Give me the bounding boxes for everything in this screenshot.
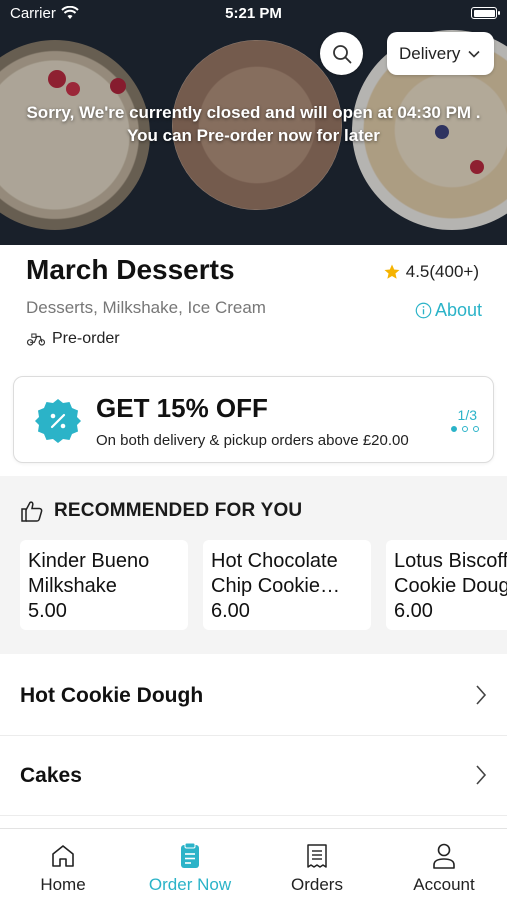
- item-name: Kinder Bueno Milkshake: [28, 550, 150, 597]
- restaurant-name: March Desserts: [26, 254, 235, 285]
- tab-orders[interactable]: Orders: [254, 841, 380, 895]
- pagination-dot[interactable]: [473, 426, 479, 432]
- delivery-mode-dropdown[interactable]: Delivery: [387, 32, 494, 75]
- item-price: 6.00: [211, 600, 250, 622]
- recommended-item-card[interactable]: Hot Chocolate Chip Cookie… 6.00: [203, 540, 371, 630]
- item-name: Hot Chocolate Chip Cookie…: [211, 550, 340, 597]
- about-link[interactable]: About: [415, 300, 482, 321]
- tab-label: Order Now: [148, 875, 232, 894]
- receipt-icon: [307, 844, 327, 868]
- recommended-heading: RECOMMENDED FOR YOU: [20, 500, 302, 522]
- recommended-section: RECOMMENDED FOR YOU Kinder Bueno Milksha…: [0, 476, 507, 654]
- category-row-hot-cookie-dough[interactable]: Hot Cookie Dough: [0, 656, 507, 736]
- clock: 5:21 PM: [225, 5, 282, 22]
- person-icon: [433, 843, 455, 869]
- category-label: Cakes: [20, 764, 82, 787]
- recommended-item-card[interactable]: Kinder Bueno Milkshake 5.00: [20, 540, 188, 630]
- category-row-cakes[interactable]: Cakes: [0, 736, 507, 816]
- recommended-title: RECOMMENDED FOR YOU: [54, 500, 303, 521]
- cuisine-list: Desserts, Milkshake, Ice Cream: [26, 298, 266, 317]
- battery-icon: [471, 7, 500, 19]
- closed-notice-line2: You can Pre-order now for later: [127, 126, 380, 145]
- promo-pagination-dots: [451, 426, 479, 432]
- preorder-indicator: Pre-order: [26, 330, 120, 348]
- home-icon: [52, 845, 74, 867]
- tab-label: Home: [40, 875, 86, 894]
- promo-title: GET 15% OFF: [96, 393, 268, 423]
- chevron-right-icon: [476, 765, 487, 785]
- info-icon: [415, 302, 432, 319]
- promo-pager: 1/3: [457, 407, 477, 423]
- category-label: Hot Cookie Dough: [20, 684, 204, 707]
- order-icon: [181, 842, 199, 868]
- delivery-mode-label: Delivery: [399, 43, 461, 63]
- item-name: Lotus Biscoff Cookie Dough: [394, 550, 507, 597]
- recommended-item-card[interactable]: Lotus Biscoff Cookie Dough 6.00: [386, 540, 507, 630]
- tab-home[interactable]: Home: [0, 841, 126, 895]
- pagination-dot[interactable]: [451, 426, 457, 432]
- preorder-label: Pre-order: [52, 330, 120, 347]
- rating: 4.5(400+): [383, 262, 479, 282]
- hero-banner: Carrier 5:21 PM Delivery Sorry, We're cu…: [0, 0, 507, 245]
- search-icon: [332, 44, 351, 63]
- tab-order-now[interactable]: Order Now: [127, 841, 253, 895]
- rating-value: 4.5(400+): [405, 262, 479, 281]
- tab-label: Account: [413, 875, 475, 894]
- search-button[interactable]: [320, 32, 363, 75]
- thumbs-up-icon: [21, 501, 43, 522]
- discount-badge-icon: [34, 397, 82, 450]
- bottom-tab-bar: Home Order Now Orders Account: [0, 828, 507, 900]
- closed-notice-line1: Sorry, We're currently closed and will o…: [26, 103, 481, 122]
- chevron-right-icon: [476, 685, 487, 705]
- promo-card[interactable]: GET 15% OFF On both delivery & pickup or…: [13, 376, 494, 463]
- star-icon: [384, 264, 400, 279]
- item-price: 5.00: [28, 600, 67, 622]
- promo-subtitle: On both delivery & pickup orders above £…: [96, 432, 409, 449]
- chevron-down-icon: [468, 50, 480, 58]
- item-price: 6.00: [394, 600, 433, 622]
- closed-notice: Sorry, We're currently closed and will o…: [0, 101, 507, 147]
- about-label: About: [434, 300, 482, 320]
- tab-label: Orders: [291, 875, 343, 894]
- status-bar: Carrier 5:21 PM: [0, 0, 507, 28]
- pagination-dot[interactable]: [462, 426, 468, 432]
- tab-account[interactable]: Account: [381, 841, 507, 895]
- scooter-icon: [26, 333, 46, 346]
